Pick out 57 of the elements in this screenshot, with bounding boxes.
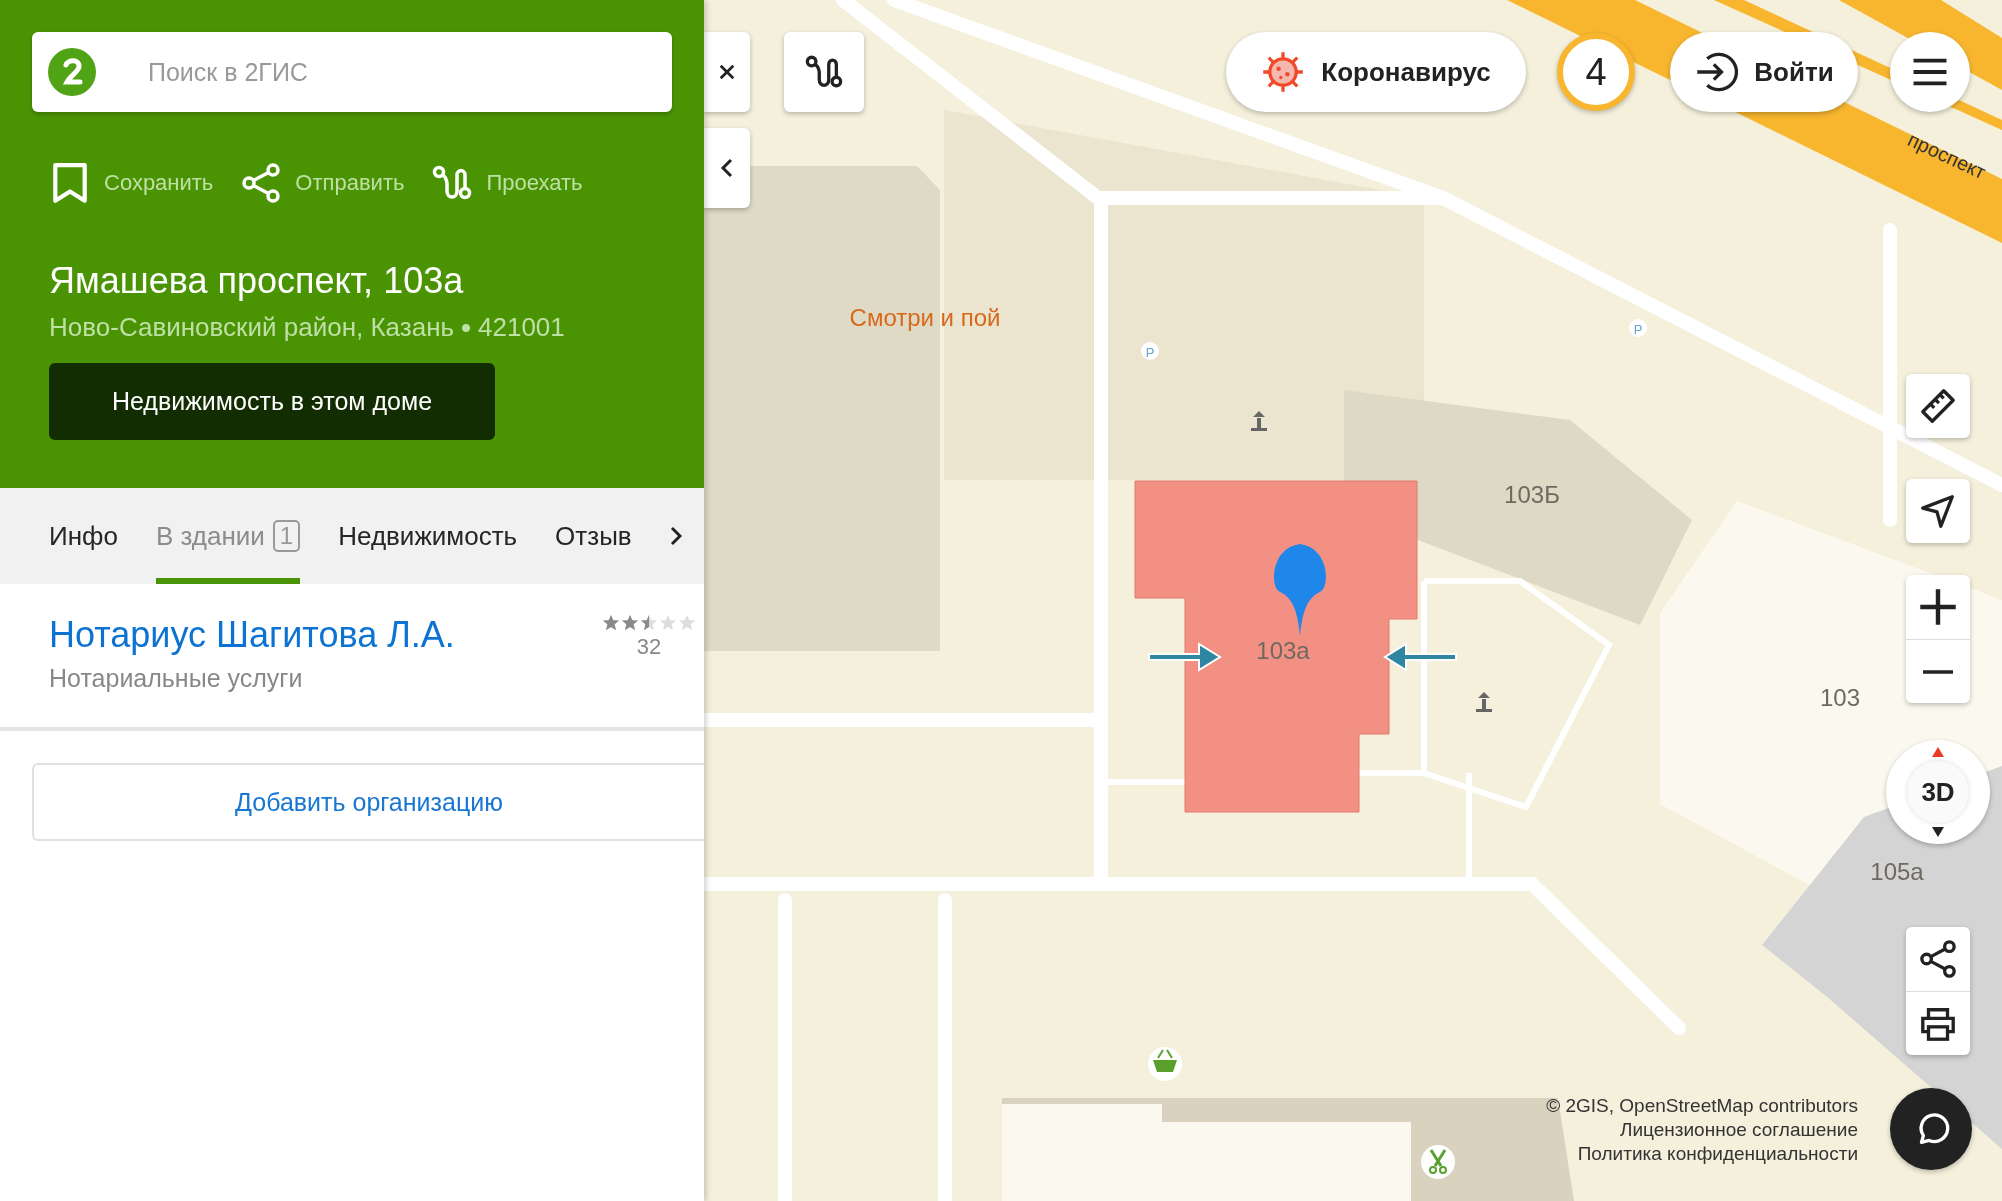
attribution-link[interactable]: Политика конфиденциальности	[1577, 1142, 1858, 1166]
zoom-out-button[interactable]	[1906, 639, 1970, 703]
organization-link[interactable]: Нотариус Шагитова Л.А.	[49, 614, 455, 656]
building-number: 105а	[1870, 858, 1924, 885]
my-location-button[interactable]	[1906, 479, 1970, 543]
tab[interactable]: Недвижимость	[338, 488, 518, 584]
bookmark-icon	[50, 162, 90, 204]
building-number: 103Б	[1504, 481, 1560, 508]
address-title: Ямашева проспект, 103а	[49, 260, 465, 302]
minus-icon	[1923, 669, 1953, 674]
ruler-icon	[1919, 387, 1957, 425]
add-organization-button[interactable]: Добавить организацию	[32, 763, 704, 841]
coronavirus-button[interactable]: Коронавирус	[1226, 32, 1526, 112]
sign-in-icon	[1694, 50, 1739, 94]
route-button[interactable]	[784, 32, 864, 112]
building-number: 103а	[1256, 637, 1310, 664]
postcode-text: 421001	[478, 312, 565, 343]
tab[interactable]: Отзыв	[555, 488, 632, 584]
tab[interactable]: Инфо	[49, 488, 118, 584]
login-button[interactable]: Войти	[1670, 32, 1858, 112]
navigation-arrow-icon	[1919, 492, 1957, 530]
share-button[interactable]	[1906, 927, 1970, 991]
attribution-link[interactable]: Лицензионное соглашение	[1619, 1118, 1858, 1142]
star-icon	[621, 614, 639, 632]
shop-basket-icon	[1148, 1047, 1182, 1081]
scissors-icon	[1421, 1145, 1455, 1179]
star-icon	[659, 614, 677, 632]
star-icon	[602, 614, 620, 632]
ruler-button[interactable]	[1906, 374, 1970, 438]
district-text: Ново-Савиновский район, Казань	[49, 312, 455, 343]
poi-label: Смотри и пой	[849, 304, 1001, 331]
search-field[interactable]: Поиск в 2ГИС	[32, 32, 672, 112]
print-button[interactable]	[1906, 991, 1970, 1055]
separator-dot	[462, 323, 471, 332]
star-icon	[640, 614, 658, 632]
count-badge: 1	[272, 520, 301, 552]
collapse-panel-button[interactable]	[704, 128, 750, 208]
review-count: 32	[636, 634, 662, 660]
entrance-arrow-icon	[1148, 642, 1222, 672]
parking-marker: P	[1629, 319, 1647, 337]
chevron-right-icon[interactable]	[669, 526, 682, 546]
north-arrow-icon	[1932, 747, 1944, 757]
plus-icon	[1919, 588, 1957, 626]
entrance-arrow-icon	[1383, 642, 1457, 672]
attribution-link[interactable]: © 2GIS, OpenStreetMap contributors	[1546, 1094, 1858, 1118]
real-estate-button[interactable]: Недвижимость в этом доме	[49, 363, 495, 440]
share-icon	[1919, 940, 1957, 978]
close-button[interactable]	[704, 32, 750, 112]
category-text: Нотариальные услуги	[49, 664, 304, 693]
south-arrow-icon	[1932, 827, 1944, 837]
share-icon	[241, 162, 282, 204]
star-icon	[678, 614, 696, 632]
virus-icon	[1261, 50, 1306, 94]
close-icon	[718, 62, 736, 82]
zoom-in-button[interactable]	[1906, 575, 1970, 639]
building-number: 103	[1820, 684, 1860, 711]
parking-marker: P	[1141, 342, 1159, 360]
